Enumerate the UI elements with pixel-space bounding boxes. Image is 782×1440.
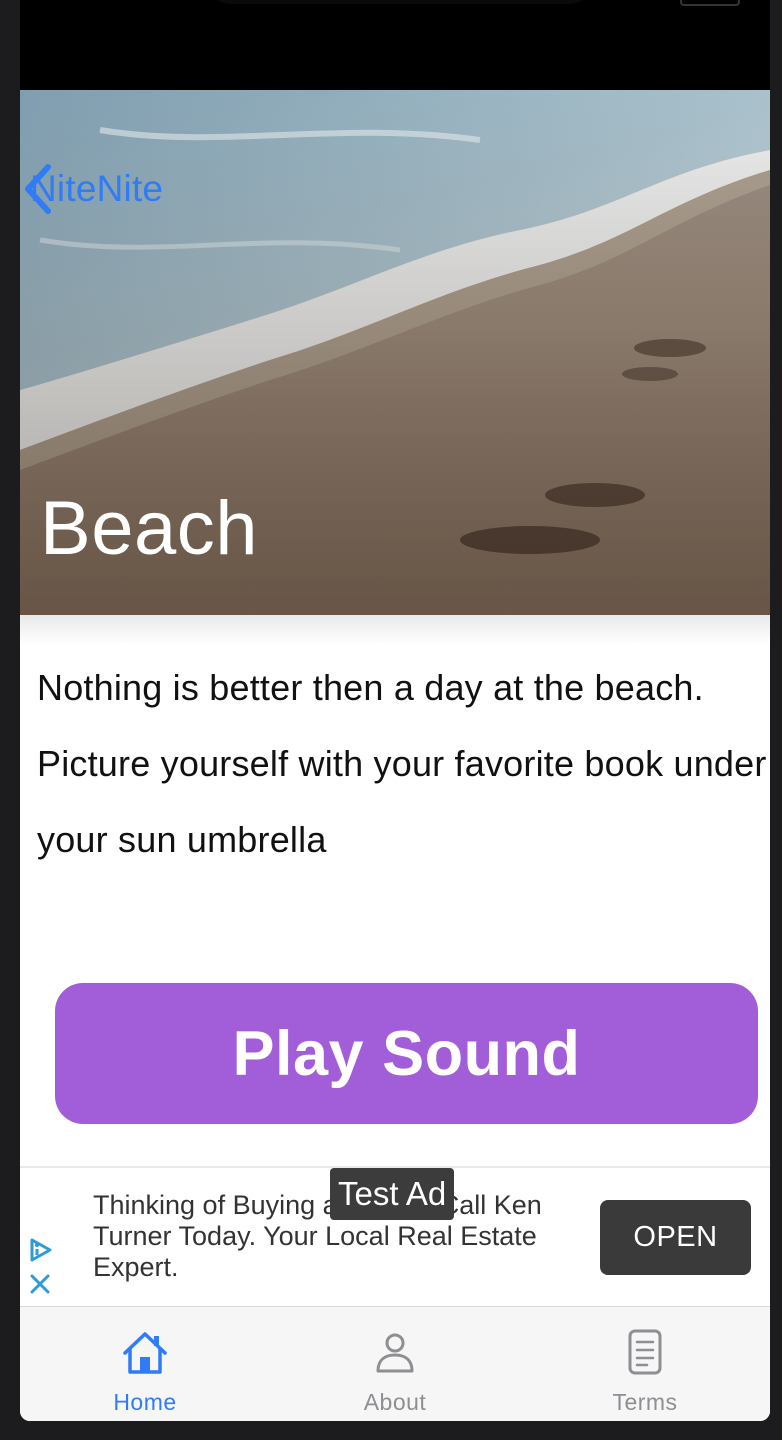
adchoices-icon[interactable]	[26, 1236, 54, 1264]
detail-view: NiteNite Beach Nothing is better then a …	[20, 90, 770, 1421]
ad-text[interactable]: Thinking of Buying a Home? Call Ken Turn…	[93, 1190, 553, 1283]
battery-icon	[680, 0, 740, 6]
play-sound-label: Play Sound	[232, 1018, 581, 1089]
tab-home-label: Home	[113, 1389, 177, 1415]
screen: NiteNite Beach Nothing is better then a …	[20, 0, 770, 1421]
chevron-left-icon	[25, 164, 51, 214]
tab-home[interactable]: Home	[20, 1307, 270, 1421]
status-bar	[20, 0, 770, 90]
back-button[interactable]: NiteNite	[22, 163, 163, 215]
tab-about-label: About	[363, 1389, 427, 1415]
tab-terms[interactable]: Terms	[520, 1307, 770, 1421]
description-text: Nothing is better then a day at the beac…	[37, 667, 767, 860]
ad-close-icon[interactable]	[28, 1272, 52, 1296]
ad-open-button[interactable]: OPEN	[600, 1200, 751, 1275]
hero-image: NiteNite Beach	[20, 90, 770, 615]
ad-banner[interactable]: Test Ad Thinking of Buying a Home? Call …	[20, 1166, 770, 1306]
house-icon	[123, 1332, 167, 1374]
tab-terms-label: Terms	[612, 1389, 678, 1415]
play-sound-button[interactable]: Play Sound	[55, 983, 758, 1124]
device-frame: NiteNite Beach Nothing is better then a …	[0, 0, 782, 1440]
notch	[210, 0, 590, 4]
divider	[20, 615, 770, 645]
document-icon	[628, 1329, 662, 1375]
tab-about[interactable]: About	[270, 1307, 520, 1421]
person-icon	[376, 1333, 414, 1373]
test-ad-badge: Test Ad	[330, 1168, 455, 1220]
page-title: Beach	[40, 486, 258, 571]
tab-bar: Home About Terms	[20, 1306, 770, 1421]
